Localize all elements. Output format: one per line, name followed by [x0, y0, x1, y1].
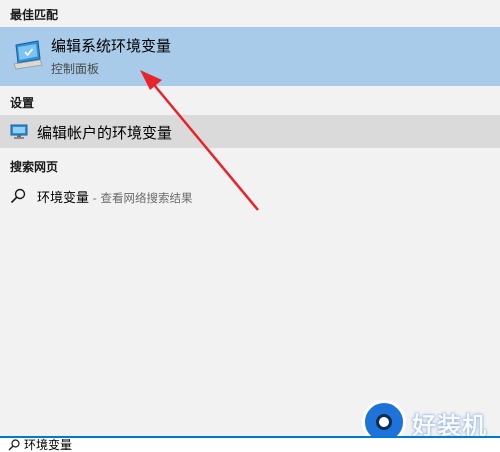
search-icon [8, 439, 20, 451]
section-header-settings: 设置 [10, 96, 35, 110]
taskbar-search-box[interactable] [0, 436, 500, 452]
best-match-subtitle: 控制面板 [51, 62, 100, 76]
web-search-query: 环境变量 - 查看网络搜索结果 [37, 191, 193, 206]
search-input[interactable] [24, 437, 324, 451]
web-search-hint: - 查看网络搜索结果 [89, 191, 193, 205]
section-header-web-search: 搜索网页 [10, 160, 59, 174]
best-match-result[interactable]: 编辑系统环境变量 控制面板 [0, 27, 500, 86]
search-icon [10, 188, 26, 204]
settings-result[interactable]: 编辑帐户的环境变量 [0, 115, 500, 148]
monitor-icon [10, 124, 28, 139]
section-header-best-match: 最佳匹配 [10, 8, 59, 22]
settings-result-title: 编辑帐户的环境变量 [37, 124, 173, 142]
control-panel-monitor-icon [13, 40, 43, 70]
best-match-title: 编辑系统环境变量 [51, 37, 172, 55]
web-search-result[interactable]: 环境变量 - 查看网络搜索结果 [0, 180, 500, 212]
